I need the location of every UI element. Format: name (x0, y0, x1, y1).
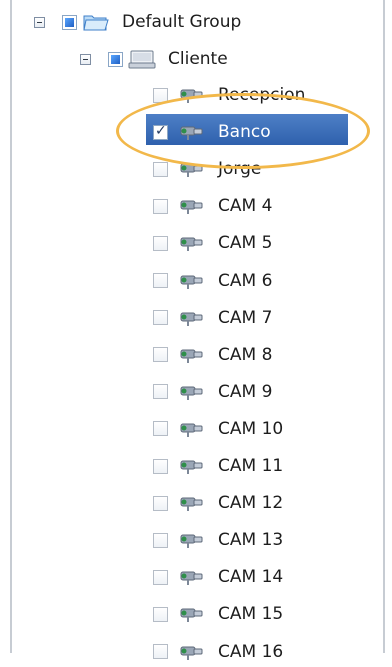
camera-item[interactable]: CAM 15 (153, 599, 283, 629)
tree-node-label: Default Group (122, 12, 242, 32)
camera-item[interactable]: CAM 12 (153, 488, 283, 518)
collapse-icon[interactable] (80, 53, 91, 65)
camera-checkbox[interactable] (153, 569, 168, 585)
camera-icon (178, 604, 208, 624)
camera-item[interactable]: CAM 10 (153, 414, 283, 444)
collapse-icon[interactable] (34, 16, 45, 28)
camera-item[interactable]: CAM 14 (153, 562, 283, 592)
camera-item[interactable]: CAM 16 (153, 637, 283, 667)
camera-icon (178, 493, 208, 513)
camera-label: CAM 10 (218, 418, 284, 439)
camera-icon (178, 196, 208, 216)
panel-right-border (383, 0, 385, 653)
camera-item[interactable]: CAM 6 (153, 266, 272, 296)
camera-checkbox[interactable] (153, 87, 168, 103)
tree-node-label: Cliente (168, 49, 228, 69)
camera-icon (178, 419, 208, 439)
camera-icon (178, 233, 208, 253)
camera-label: CAM 8 (218, 344, 273, 365)
camera-label: CAM 7 (218, 307, 273, 328)
camera-icon (178, 530, 208, 550)
tri-state-checkbox[interactable] (108, 51, 123, 67)
panel-left-border (10, 0, 12, 653)
camera-checkbox[interactable] (153, 644, 168, 659)
camera-label: CAM 13 (218, 530, 284, 551)
camera-checkbox[interactable] (153, 310, 168, 326)
camera-checkbox[interactable] (153, 235, 168, 251)
computer-icon (128, 49, 158, 69)
tree-node-default-group[interactable]: Default Group (34, 7, 241, 37)
camera-item[interactable]: CAM 11 (153, 451, 283, 481)
tri-state-checkbox[interactable] (62, 14, 77, 30)
camera-item[interactable]: CAM 8 (153, 340, 272, 370)
camera-item[interactable]: CAM 7 (153, 303, 272, 333)
camera-label: Jorge (218, 159, 262, 180)
camera-checkbox[interactable] (153, 606, 168, 622)
camera-item[interactable]: CAM 4 (153, 191, 272, 221)
camera-checkbox[interactable] (153, 458, 168, 474)
camera-checkbox[interactable] (153, 384, 168, 400)
camera-item[interactable]: Jorge (153, 154, 261, 184)
camera-icon (178, 382, 208, 402)
camera-icon (178, 642, 208, 662)
device-tree-panel: Default Group Cliente Recepcion Banco Jorg… (0, 0, 392, 662)
camera-checkbox[interactable] (153, 198, 168, 214)
camera-checkbox[interactable] (153, 421, 168, 437)
camera-label: CAM 4 (218, 196, 273, 217)
camera-label: CAM 6 (218, 270, 273, 291)
camera-label: CAM 16 (218, 641, 284, 662)
camera-label: Recepcion (218, 85, 306, 105)
camera-label: CAM 15 (218, 604, 284, 625)
camera-icon (178, 345, 208, 365)
camera-label: Banco (218, 122, 271, 143)
camera-item[interactable]: Banco (153, 117, 271, 147)
camera-label: CAM 14 (218, 567, 284, 588)
camera-item[interactable]: CAM 9 (153, 377, 272, 407)
folder-icon (82, 12, 112, 32)
camera-item[interactable]: CAM 13 (153, 525, 283, 555)
camera-checkbox[interactable] (153, 161, 168, 177)
camera-label: CAM 9 (218, 381, 273, 402)
camera-item[interactable]: CAM 5 (153, 228, 272, 258)
camera-checkbox[interactable] (153, 532, 168, 548)
camera-checkbox[interactable] (153, 273, 168, 288)
camera-icon (178, 159, 208, 179)
camera-checkbox[interactable] (153, 347, 168, 363)
camera-label: CAM 11 (218, 456, 284, 476)
camera-label: CAM 12 (218, 493, 284, 514)
tree-node-cliente[interactable]: Cliente (80, 44, 228, 74)
camera-icon (178, 308, 208, 328)
camera-icon (178, 122, 208, 142)
camera-icon (178, 85, 208, 105)
camera-icon (178, 567, 208, 587)
camera-label: CAM 5 (218, 233, 273, 254)
camera-item[interactable]: Recepcion (153, 80, 305, 110)
camera-icon (178, 271, 208, 291)
camera-checkbox[interactable] (153, 123, 168, 140)
camera-icon (178, 456, 208, 476)
camera-checkbox[interactable] (153, 495, 168, 511)
